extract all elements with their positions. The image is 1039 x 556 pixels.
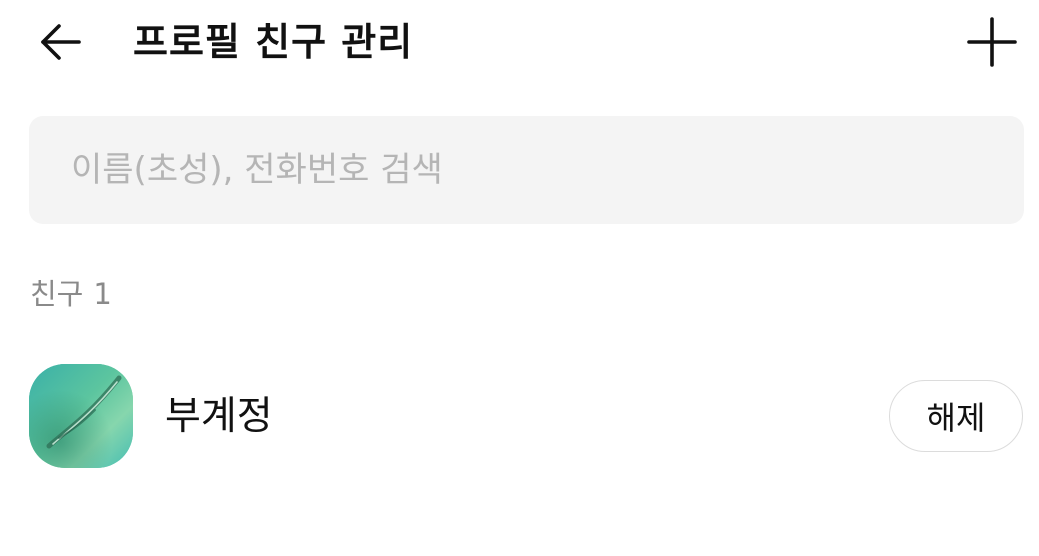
avatar[interactable] bbox=[29, 364, 133, 468]
arrow-left-icon bbox=[41, 24, 81, 60]
friend-count: 1 bbox=[93, 277, 112, 311]
search-box bbox=[29, 116, 1024, 224]
back-button[interactable] bbox=[30, 14, 90, 70]
friend-name: 부계정 bbox=[165, 394, 273, 439]
section-label: 친구 bbox=[30, 277, 84, 311]
release-button[interactable]: 해제 bbox=[889, 380, 1023, 452]
list-item[interactable]: 부계정 해제 bbox=[0, 352, 1039, 482]
search-input[interactable] bbox=[71, 116, 991, 224]
plus-icon bbox=[967, 17, 1017, 67]
page-title: 프로필 친구 관리 bbox=[133, 20, 414, 64]
avatar-image bbox=[29, 364, 133, 468]
friend-count-header: 친구 1 bbox=[30, 272, 112, 316]
app-header: 프로필 친구 관리 bbox=[0, 0, 1039, 86]
add-friend-button[interactable] bbox=[960, 12, 1024, 72]
